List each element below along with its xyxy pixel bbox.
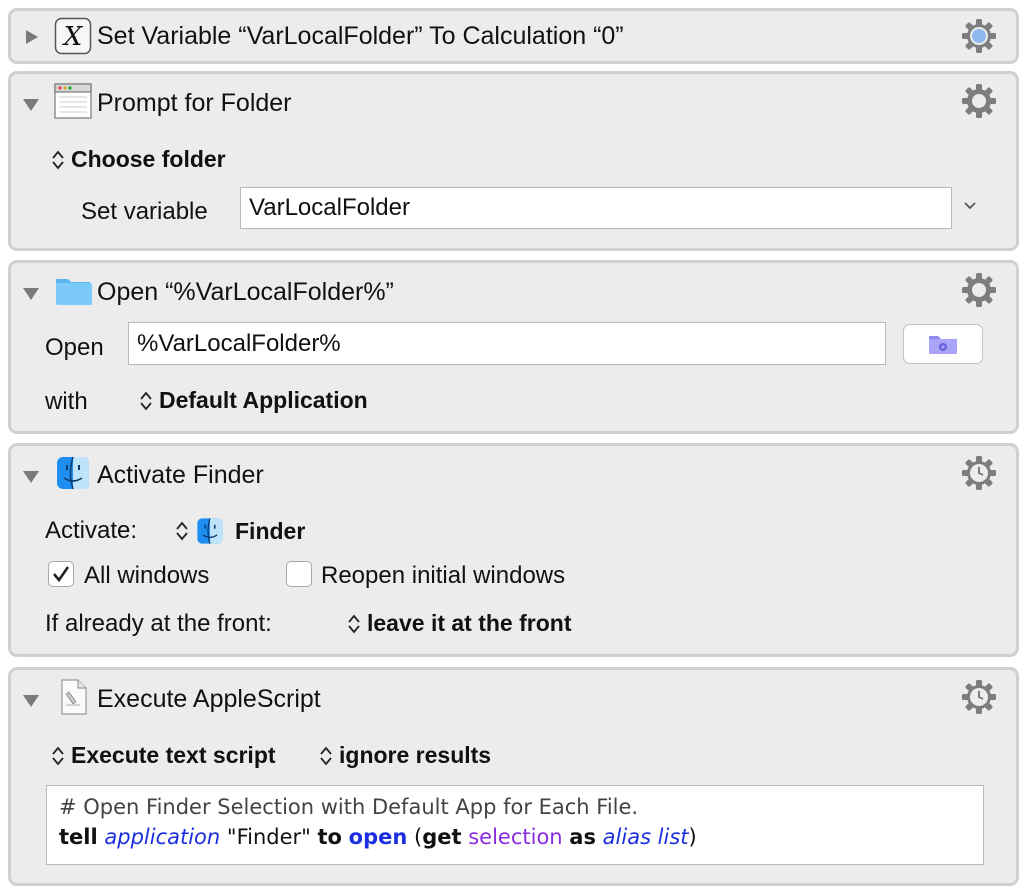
folder-gear-icon — [929, 336, 957, 354]
front-behavior-popup[interactable]: leave it at the front — [347, 610, 571, 637]
disclosure-down-icon[interactable] — [21, 690, 41, 710]
action-open-folder[interactable]: Open “%VarLocalFolder%” Open %VarLocalFo… — [8, 260, 1019, 434]
applescript-icon — [61, 679, 87, 715]
chevron-updown-icon — [348, 614, 360, 633]
gear-icon[interactable] — [960, 82, 998, 120]
front-label: If already at the front: — [45, 610, 272, 637]
disclosure-down-icon[interactable] — [21, 94, 41, 114]
chevron-updown-icon — [52, 746, 64, 765]
application-popup[interactable]: Default Application — [139, 387, 368, 414]
popup-value: Execute text script — [71, 742, 276, 768]
script-token: to — [317, 825, 342, 849]
chevron-updown-icon — [320, 746, 332, 765]
svg-text:X: X — [62, 22, 84, 52]
all-windows-label: All windows — [84, 562, 210, 589]
action-title: Open “%VarLocalFolder%” — [97, 278, 394, 306]
activate-label: Activate: — [45, 517, 138, 544]
action-activate-finder[interactable]: Activate Finder Activate: Finder All win… — [8, 443, 1019, 657]
gear-icon[interactable] — [960, 271, 998, 309]
script-token: open — [348, 825, 408, 849]
reopen-windows-label: Reopen initial windows — [321, 562, 566, 589]
disclosure-down-icon[interactable] — [21, 283, 41, 303]
with-label: with — [45, 388, 88, 415]
finder-icon — [197, 518, 223, 544]
clock-gear-icon[interactable] — [960, 678, 998, 716]
all-windows-checkbox[interactable] — [48, 561, 74, 587]
folder-mode-popup[interactable]: Choose folder — [51, 146, 226, 173]
script-token: get — [422, 825, 462, 849]
folder-icon — [56, 279, 92, 305]
script-token: ( — [414, 825, 423, 849]
action-title: Execute AppleScript — [97, 685, 321, 713]
window-icon — [54, 83, 92, 119]
action-execute-applescript[interactable]: Execute AppleScript Execute text script … — [8, 667, 1019, 886]
script-token: application — [104, 825, 221, 849]
reopen-windows-checkbox[interactable] — [286, 561, 312, 587]
clock-gear-icon[interactable] — [960, 454, 998, 492]
chevron-updown-icon — [140, 391, 152, 410]
variable-name-field[interactable]: VarLocalFolder — [240, 187, 952, 229]
popup-value: leave it at the front — [367, 610, 572, 636]
activate-app-popup[interactable]: Finder — [175, 516, 305, 546]
gear-icon[interactable] — [960, 17, 998, 55]
script-line: tell application "Finder" to open (get s… — [59, 822, 971, 852]
script-editor[interactable]: # Open Finder Selection with Default App… — [46, 785, 984, 865]
popup-value: ignore results — [339, 742, 492, 768]
disclosure-down-icon[interactable] — [21, 466, 41, 486]
script-comment: # Open Finder Selection with Default App… — [59, 795, 639, 819]
chevron-updown-icon — [52, 150, 64, 169]
popup-value: Default Application — [159, 387, 368, 413]
checkmark-icon — [53, 566, 70, 583]
script-token: ) — [688, 825, 697, 849]
action-set-variable[interactable]: X Set Variable “VarLocalFolder” To Calcu… — [8, 8, 1019, 64]
script-source-popup[interactable]: Execute text script — [51, 742, 276, 769]
action-prompt-folder[interactable]: Prompt for Folder Choose folder Set vari… — [8, 71, 1019, 251]
finder-icon — [57, 456, 89, 490]
popup-value: Finder — [235, 517, 306, 544]
popup-value: Choose folder — [71, 146, 226, 172]
open-label: Open — [45, 334, 104, 361]
script-token: as — [569, 825, 596, 849]
script-token: tell — [59, 825, 98, 849]
x-variable-icon: X — [54, 17, 92, 55]
choose-folder-button[interactable] — [903, 324, 983, 364]
action-title: Prompt for Folder — [97, 89, 292, 117]
script-token: alias list — [602, 825, 689, 849]
script-token: selection — [468, 825, 563, 849]
action-title: Set Variable “VarLocalFolder” To Calcula… — [97, 22, 624, 50]
disclosure-right-icon[interactable] — [21, 27, 41, 47]
results-popup[interactable]: ignore results — [319, 742, 491, 769]
open-path-field[interactable]: %VarLocalFolder% — [128, 322, 886, 365]
action-title: Activate Finder — [97, 461, 264, 489]
chevron-updown-icon — [176, 521, 188, 541]
set-variable-label: Set variable — [81, 198, 208, 225]
script-token: "Finder" — [226, 825, 311, 849]
chevron-down-icon[interactable] — [962, 198, 978, 214]
